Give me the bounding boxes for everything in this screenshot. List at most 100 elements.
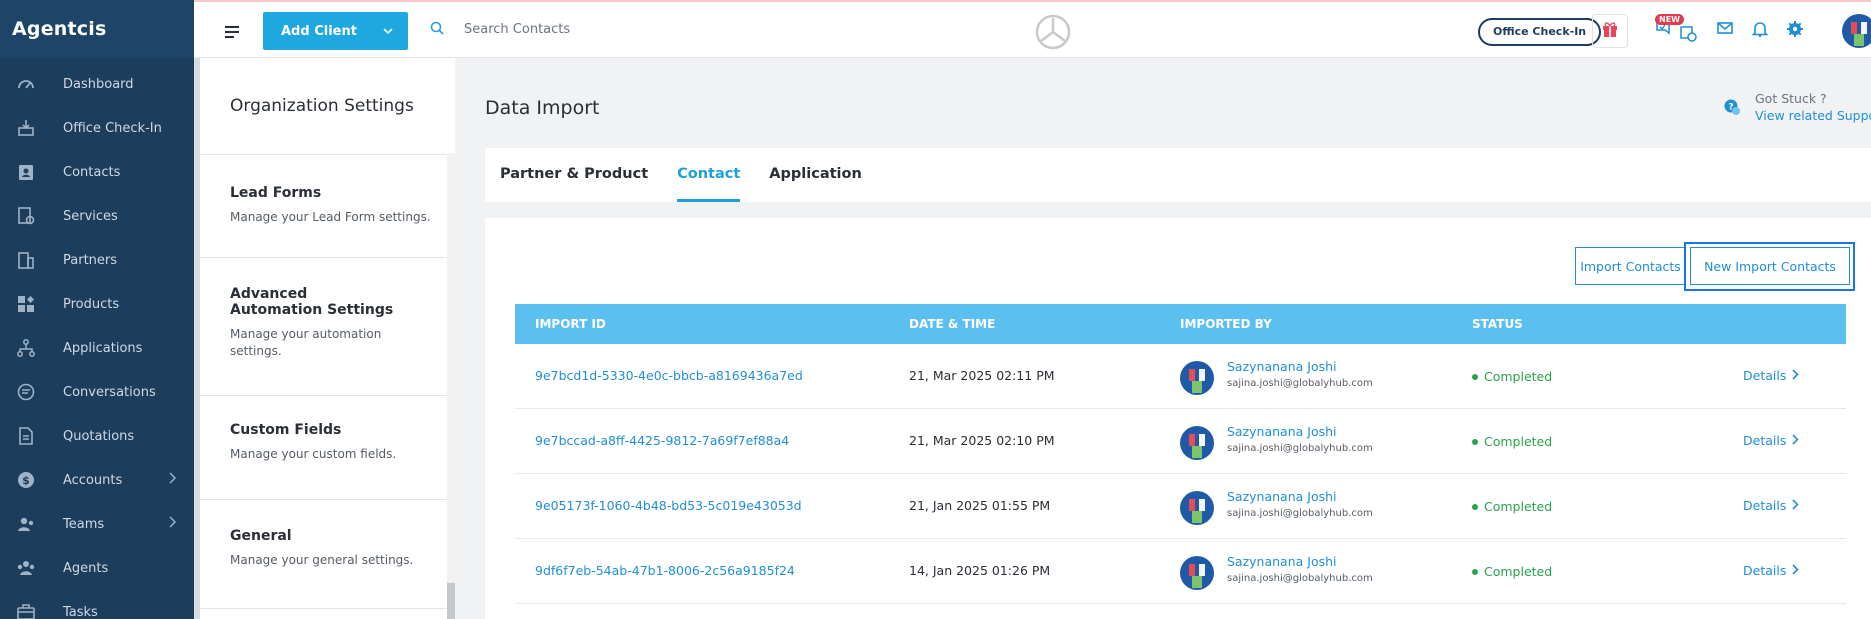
details-link[interactable]: Details — [1743, 498, 1799, 513]
mail-icon[interactable] — [1716, 20, 1734, 40]
settings-scrollbar[interactable] — [447, 153, 455, 619]
details-link[interactable]: Details — [1743, 433, 1799, 448]
gear-icon[interactable] — [1786, 20, 1804, 42]
import-datetime: 14, Jan 2025 01:26 PM — [909, 563, 1051, 578]
sidebar-item-label: Dashboard — [63, 76, 134, 92]
details-link[interactable]: Details — [1743, 563, 1799, 578]
imported-by-name[interactable]: Sazynanana Joshi — [1227, 554, 1337, 569]
chevron-right-icon — [1792, 498, 1799, 513]
settings-item-custom-fields[interactable]: Custom Fields Manage your custom fields. — [200, 395, 447, 497]
sidebar-item-tasks[interactable]: Tasks — [0, 590, 194, 619]
hamburger-menu-icon[interactable] — [224, 24, 240, 43]
new-import-contacts-button[interactable]: New Import Contacts — [1690, 247, 1850, 285]
tab-contact[interactable]: Contact — [677, 148, 741, 202]
details-link[interactable]: Details — [1743, 368, 1799, 383]
sidebar-item-dashboard[interactable]: Dashboard — [0, 62, 194, 106]
gift-button[interactable] — [1592, 14, 1628, 48]
sidebar-item-office-checkin[interactable]: Office Check-In — [0, 106, 194, 150]
bell-icon[interactable] — [1751, 20, 1769, 42]
import-datetime: 21, Jan 2025 01:55 PM — [909, 498, 1051, 513]
sidebar-item-teams[interactable]: Teams — [0, 502, 194, 546]
sidebar-item-label: Accounts — [63, 472, 123, 488]
search-input[interactable] — [464, 22, 724, 37]
sidebar-item-products[interactable]: Products — [0, 282, 194, 326]
status-dot-icon — [1472, 438, 1478, 445]
tab-partner-product[interactable]: Partner & Product — [500, 148, 648, 202]
sidebar-item-label: Quotations — [63, 428, 135, 444]
imported-by-name[interactable]: Sazynanana Joshi — [1227, 359, 1337, 374]
avatar — [1180, 491, 1214, 525]
svg-text:$: $ — [22, 474, 30, 487]
details-label: Details — [1743, 498, 1787, 513]
briefcase-icon — [13, 599, 39, 619]
settings-item-general[interactable]: General Manage your general settings. — [200, 499, 447, 609]
sidebar-item-agents[interactable]: Agents — [0, 546, 194, 590]
sidebar-item-label: Contacts — [63, 164, 121, 180]
tab-application[interactable]: Application — [769, 148, 862, 202]
sidebar-item-applications[interactable]: Applications — [0, 326, 194, 370]
settings-item-desc: Manage your Lead Form settings. — [230, 210, 431, 224]
imported-by-name[interactable]: Sazynanana Joshi — [1227, 489, 1337, 504]
import-id-link[interactable]: 9e7bcd1d-5330-4e0c-bbcb-a8169436a7ed — [535, 368, 803, 383]
sidebar-item-label: Products — [63, 296, 120, 312]
settings-item-advanced-automation[interactable]: Advanced Automation Settings Manage your… — [200, 257, 447, 391]
column-header-status: STATUS — [1472, 317, 1523, 331]
page-title: Data Import — [485, 97, 600, 119]
dollar-icon: $ — [13, 467, 39, 493]
import-id-link[interactable]: 9df6f7eb-54ab-47b1-8006-2c56a9185f24 — [535, 563, 795, 578]
status-dot-icon — [1472, 373, 1478, 380]
settings-item-desc: Manage your general settings. — [230, 553, 414, 567]
imported-by-name[interactable]: Sazynanana Joshi — [1227, 424, 1337, 439]
sidebar-item-services[interactable]: Services — [0, 194, 194, 238]
settings-item-title: Custom Fields — [230, 422, 342, 438]
agents-icon — [13, 555, 39, 581]
sidebar-item-accounts[interactable]: $ Accounts — [0, 458, 194, 502]
sidebar-item-conversations[interactable]: Conversations — [0, 370, 194, 414]
chevron-right-icon — [1792, 563, 1799, 578]
sidebar-item-partners[interactable]: Partners — [0, 238, 194, 282]
help-link[interactable]: View related Suppor — [1755, 107, 1871, 124]
table-row: 9e7bcd1d-5330-4e0c-bbcb-a8169436a7ed 21,… — [515, 344, 1846, 409]
details-label: Details — [1743, 368, 1787, 383]
table-header: IMPORT ID DATE & TIME IMPORTED BY STATUS — [515, 304, 1846, 344]
app-logo[interactable]: Agentcis — [0, 0, 194, 58]
column-header-imported-by: IMPORTED BY — [1180, 317, 1272, 331]
calendar-check-icon[interactable] — [1679, 24, 1697, 46]
status-badge: Completed — [1472, 564, 1552, 579]
sidebar-item-label: Services — [63, 208, 118, 224]
avatar — [1180, 361, 1214, 395]
search-bar — [430, 20, 724, 39]
table-row: 9e7bccad-a8ff-4425-9812-7a69f7ef88a4 21,… — [515, 409, 1846, 474]
avatar — [1180, 426, 1214, 460]
add-client-button[interactable]: Add Client — [263, 12, 408, 50]
chevron-down-icon[interactable] — [382, 25, 394, 40]
contacts-icon — [13, 159, 39, 185]
building-icon — [13, 247, 39, 273]
sidebar-item-label: Teams — [63, 516, 105, 532]
office-checkin-button[interactable]: Office Check-In — [1478, 18, 1602, 46]
avatar[interactable] — [1842, 14, 1871, 48]
imported-by-email: sajina.joshi@globalyhub.com — [1227, 573, 1373, 584]
sidebar-item-quotations[interactable]: Quotations — [0, 414, 194, 458]
import-datetime: 21, Mar 2025 02:10 PM — [909, 433, 1055, 448]
import-card: Import Contacts New Import Contacts IMPO… — [485, 218, 1871, 619]
applications-icon — [13, 335, 39, 361]
chevron-right-icon — [1792, 368, 1799, 383]
details-label: Details — [1743, 563, 1787, 578]
settings-item-desc: Manage your automation settings. — [230, 327, 382, 358]
settings-item-lead-forms[interactable]: Lead Forms Manage your Lead Form setting… — [200, 154, 447, 254]
import-id-link[interactable]: 9e05173f-1060-4b48-bd53-5c019e43053d — [535, 498, 802, 513]
sidebar-item-contacts[interactable]: Contacts — [0, 150, 194, 194]
sidebar-item-label: Partners — [63, 252, 118, 268]
imported-by-email: sajina.joshi@globalyhub.com — [1227, 508, 1373, 519]
import-id-link[interactable]: 9e7bccad-a8ff-4425-9812-7a69f7ef88a4 — [535, 433, 789, 448]
search-icon[interactable] — [430, 20, 444, 39]
status-dot-icon — [1472, 503, 1478, 510]
import-datetime: 21, Mar 2025 02:11 PM — [909, 368, 1055, 383]
help-question: Got Stuck ? — [1755, 91, 1827, 106]
import-contacts-button[interactable]: Import Contacts — [1575, 247, 1686, 285]
scrollbar-thumb[interactable] — [447, 583, 455, 619]
sidebar-item-label: Conversations — [63, 384, 156, 400]
status-badge: Completed — [1472, 434, 1552, 449]
topbar: Add Client Office Check-In NEW — [194, 0, 1871, 58]
